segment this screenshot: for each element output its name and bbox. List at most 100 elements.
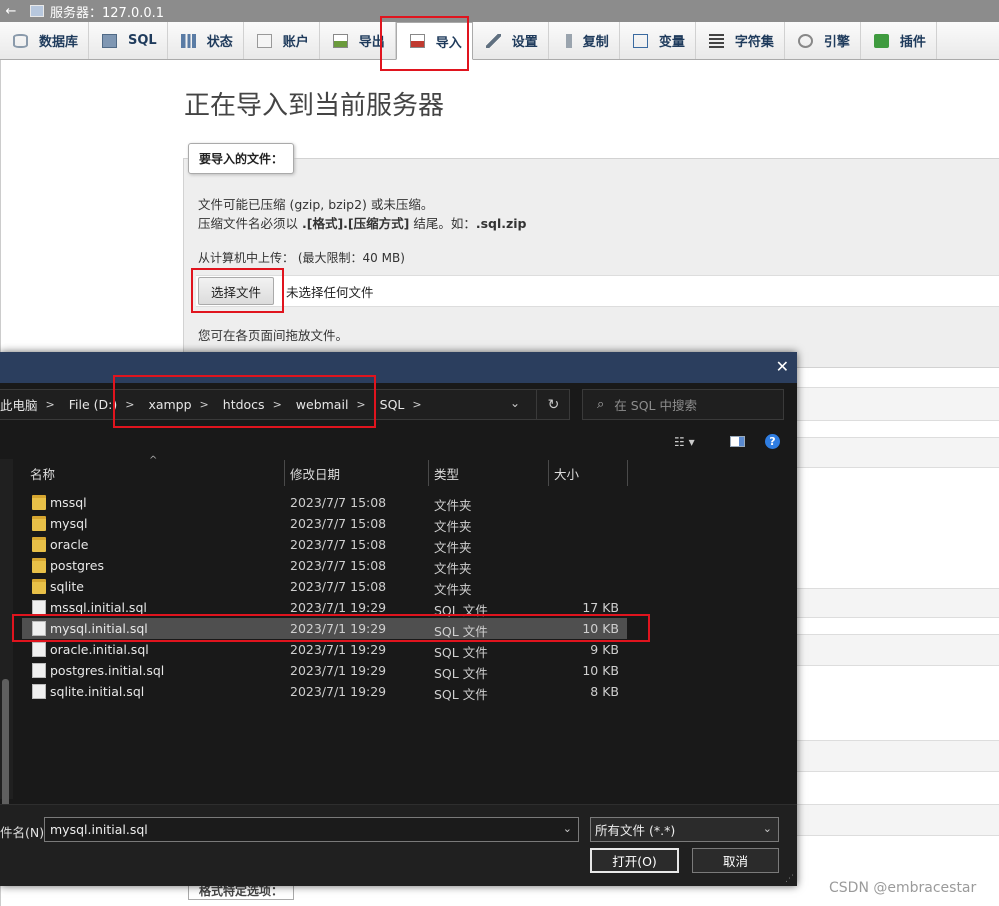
note-example: .sql.zip	[475, 216, 527, 231]
file-name: oracle	[50, 537, 89, 552]
search-placeholder: 在 SQL 中搜索	[614, 398, 697, 413]
tab-replication[interactable]: 复制	[549, 22, 620, 59]
file-row[interactable]: sqlite.initial.sql 2023/7/1 19:29 SQL 文件 8 …	[22, 681, 627, 702]
tab-accounts[interactable]: 账户	[244, 22, 320, 59]
file-date: 2023/7/1 19:29	[290, 600, 387, 615]
column-header-size[interactable]: 大小	[554, 460, 579, 486]
back-arrow-icon[interactable]: ←	[0, 4, 22, 19]
no-file-chosen-text: 未选择任何文件	[286, 284, 374, 300]
chevron-down-icon[interactable]: ⌄	[510, 396, 520, 410]
column-divider[interactable]	[428, 460, 429, 486]
file-row[interactable]: oracle.initial.sql 2023/7/1 19:29 SQL 文件 9 …	[22, 639, 627, 660]
tab-settings[interactable]: 设置	[473, 22, 549, 59]
export-icon	[332, 33, 348, 48]
close-icon[interactable]: ✕	[776, 357, 789, 376]
search-icon: ⌕	[597, 397, 605, 412]
file-name: mysql	[50, 516, 88, 531]
help-icon[interactable]: ?	[765, 434, 780, 449]
file-to-import-legend: 要导入的文件：	[188, 143, 295, 174]
tab-sql[interactable]: SQL	[89, 22, 168, 59]
tab-label: 设置	[511, 35, 538, 50]
filename-input[interactable]: mysql.initial.sql ⌄	[44, 817, 579, 842]
upload-label: 从计算机中上传： (最大限制：40 MB)	[198, 249, 405, 266]
chevron-down-icon[interactable]: ⌄	[563, 822, 572, 835]
column-header-name[interactable]: 名称	[30, 460, 55, 486]
file-name: sqlite.initial.sql	[50, 684, 145, 699]
file-row[interactable]: mssql 2023/7/7 15:08 文件夹	[22, 492, 627, 513]
server-titlebar: ← 服务器：127.0.0.1	[0, 0, 999, 22]
settings-icon	[485, 33, 501, 48]
bg-strip	[797, 588, 999, 618]
column-divider[interactable]	[627, 460, 628, 486]
engines-icon	[797, 33, 813, 48]
file-date: 2023/7/7 15:08	[290, 579, 387, 594]
breadcrumb-sql[interactable]: SQL >	[380, 397, 430, 412]
column-divider[interactable]	[548, 460, 549, 486]
plugins-icon	[873, 33, 889, 48]
bg-strip	[797, 634, 999, 666]
charset-icon	[708, 33, 724, 48]
refresh-icon[interactable]: ↻	[536, 389, 570, 420]
file-row[interactable]: sqlite 2023/7/7 15:08 文件夹	[22, 576, 627, 597]
cancel-button[interactable]: 取消	[692, 848, 779, 873]
tab-charsets[interactable]: 字符集	[696, 22, 785, 59]
file-row[interactable]: oracle 2023/7/7 15:08 文件夹	[22, 534, 627, 555]
bg-strip	[797, 740, 999, 772]
tab-variables[interactable]: 变量	[620, 22, 696, 59]
bg-strip	[797, 437, 999, 468]
file-row[interactable]: postgres.initial.sql 2023/7/1 19:29 SQL 文件…	[22, 660, 627, 681]
file-row[interactable]: mysql 2023/7/7 15:08 文件夹	[22, 513, 627, 534]
crumb-label: 此电脑	[0, 398, 38, 413]
chevron-down-icon: ⌄	[762, 822, 772, 835]
view-options-icon[interactable]: ☷ ▾	[674, 435, 695, 449]
note-part: 结尾。如：	[409, 216, 476, 231]
database-icon	[13, 33, 28, 48]
file-name: postgres.initial.sql	[50, 663, 165, 678]
file-date: 2023/7/7 15:08	[290, 537, 387, 552]
file-input-row: 选择文件 未选择任何文件	[196, 275, 999, 307]
resize-grip-icon[interactable]: ⋰	[785, 874, 794, 884]
tab-label: 复制	[582, 35, 609, 50]
server-label[interactable]: 服务器：127.0.0.1	[50, 2, 164, 21]
replication-icon	[565, 33, 572, 48]
upload-text: 从计算机中上传：	[198, 251, 295, 265]
search-box[interactable]: ⌕ 在 SQL 中搜索	[582, 389, 784, 420]
status-icon	[180, 33, 196, 48]
open-button[interactable]: 打开(O)	[590, 848, 679, 873]
file-type-select[interactable]: 所有文件 (*.*) ⌄	[590, 817, 779, 842]
breadcrumb-this-pc[interactable]: 此电脑 >	[0, 395, 63, 414]
filename-label: 件名(N):	[0, 825, 49, 840]
tab-label: 插件	[899, 35, 926, 50]
preview-pane-icon[interactable]	[730, 436, 745, 447]
tab-engines[interactable]: 引擎	[785, 22, 861, 59]
tab-plugins[interactable]: 插件	[861, 22, 937, 59]
file-date: 2023/7/1 19:29	[290, 684, 387, 699]
server-icon	[30, 5, 44, 17]
column-divider[interactable]	[284, 460, 285, 486]
sort-up-icon: ^	[149, 455, 158, 466]
chevron-right-icon: >	[45, 398, 55, 411]
file-type: SQL 文件	[434, 666, 488, 681]
file-date: 2023/7/1 19:29	[290, 663, 387, 678]
tab-label: 状态	[206, 35, 233, 50]
compression-note: 文件可能已压缩 (gzip, bzip2) 或未压缩。	[198, 197, 434, 212]
file-size: 17 KB	[582, 600, 619, 615]
note-part: 压缩文件名必须以	[198, 216, 302, 231]
column-header-type[interactable]: 类型	[434, 460, 459, 486]
file-icon	[32, 663, 46, 678]
tab-databases[interactable]: 数据库	[0, 22, 90, 59]
tab-label: 变量	[658, 35, 685, 50]
column-header-date[interactable]: 修改日期	[290, 460, 340, 486]
file-row[interactable]: postgres 2023/7/7 15:08 文件夹	[22, 555, 627, 576]
tab-status[interactable]: 状态	[168, 22, 244, 59]
watermark: CSDN @embracestar	[829, 880, 977, 896]
folder-icon	[32, 558, 46, 573]
accounts-icon	[256, 33, 272, 48]
annotation-box-import-tab	[380, 16, 469, 71]
tab-label: 账户	[282, 35, 309, 50]
file-type: 文件夹	[434, 519, 472, 534]
crumb-label: File (D:)	[68, 397, 118, 412]
file-type: 文件夹	[434, 561, 472, 576]
file-size: 8 KB	[590, 684, 619, 699]
folder-icon	[32, 537, 46, 552]
